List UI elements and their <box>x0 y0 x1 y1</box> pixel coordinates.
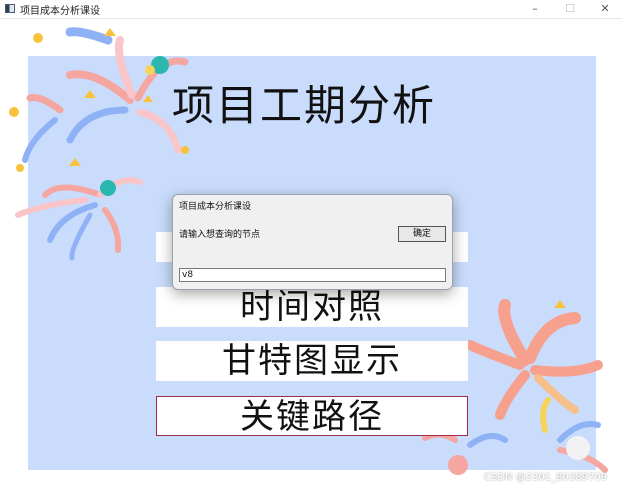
window-title: 项目成本分析课设 <box>20 6 100 17</box>
gantt-chart-button[interactable]: 甘特图显示 <box>156 341 468 381</box>
dialog-title: 项目成本分析课设 <box>179 202 252 212</box>
minimize-button[interactable]: – <box>520 1 550 17</box>
page-title: 项目工期分析 <box>172 81 437 130</box>
ok-button[interactable]: 确定 <box>398 226 446 242</box>
maximize-button[interactable]: ☐ <box>555 1 585 17</box>
time-comparison-button[interactable]: 时间对照 <box>156 287 468 327</box>
dialog-prompt: 请输入想查询的节点 <box>179 230 261 240</box>
critical-path-button[interactable]: 关键路径 <box>156 396 468 437</box>
node-input-field[interactable]: v8 <box>179 268 446 282</box>
app-icon <box>5 4 15 13</box>
close-button[interactable]: ✕ <box>590 1 620 17</box>
window-titlebar: 项目成本分析课设 – ☐ ✕ <box>0 0 622 19</box>
node-query-dialog: 项目成本分析课设 请输入想查询的节点 确定 v8 <box>172 194 453 290</box>
csdn-watermark: CSDN @2301_80389709 <box>484 472 608 483</box>
